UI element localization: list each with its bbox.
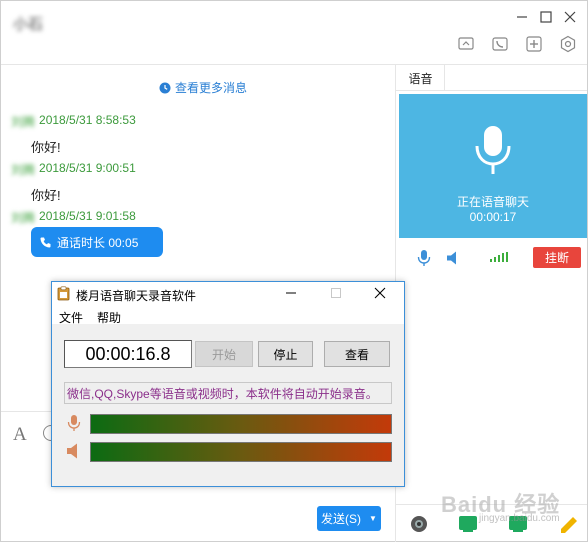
camera-icon[interactable] [408, 514, 430, 534]
call-duration-label: 通话时长 00:05 [57, 235, 139, 250]
header-divider [1, 64, 587, 65]
minimize-icon [286, 292, 296, 294]
add-member-button[interactable] [523, 34, 545, 54]
recorder-title: 楼月语音聊天录音软件 [76, 289, 197, 303]
message-text: 你好! [31, 140, 61, 155]
speaker-button[interactable] [446, 250, 462, 266]
send-button[interactable]: 发送(S) ▼ [317, 506, 381, 531]
microphone-icon [475, 126, 511, 174]
message-time: 2018/5/31 9:01:58 [39, 209, 136, 223]
recorder-body: 00:00:16.8 开始 停止 查看 微信,QQ,Skype等语音或视频时，本… [52, 324, 404, 486]
start-button[interactable]: 开始 [195, 341, 253, 367]
message-sender: 刘腾 [11, 211, 36, 225]
font-format-icon[interactable]: A [13, 424, 27, 446]
clock-icon [159, 82, 171, 93]
phone-icon [492, 37, 508, 51]
tab-divider [396, 90, 587, 91]
screen-share-button[interactable] [455, 34, 477, 54]
message-sender: 刘腾 [11, 163, 36, 177]
pencil-icon[interactable] [558, 514, 580, 534]
maximize-button[interactable] [328, 285, 344, 301]
speaker-icon [67, 443, 77, 459]
maximize-icon [331, 288, 341, 298]
recording-time-display: 00:00:16.8 [64, 340, 192, 368]
more-messages-label: 查看更多消息 [175, 81, 248, 95]
contact-name: 小石 [13, 16, 44, 33]
add-icon [526, 36, 542, 52]
recorder-title-bar[interactable]: 楼月语音聊天录音软件 [52, 282, 404, 306]
call-duration-bubble[interactable]: 通话时长 00:05 [31, 227, 163, 257]
close-button[interactable] [562, 9, 578, 25]
send-button-label: 发送(S) [321, 512, 362, 526]
close-icon [564, 11, 576, 23]
recorder-window: 楼月语音聊天录音软件 文件 帮助 00:00:16.8 开始 停止 查看 微信,… [51, 281, 405, 487]
message-meta: 刘腾 2018/5/31 8:58:53 [11, 113, 136, 130]
message-meta: 刘腾 2018/5/31 9:01:58 [11, 209, 136, 226]
minimize-button[interactable] [514, 9, 530, 25]
minimize-button[interactable] [283, 285, 299, 301]
info-text: 微信,QQ,Skype等语音或视频时，本软件将自动开始录音。 [64, 382, 392, 404]
message-sender: 刘腾 [11, 115, 36, 129]
settings-button[interactable] [557, 34, 579, 54]
clipboard-icon [57, 286, 70, 301]
voice-timer: 00:00:17 [469, 210, 517, 224]
close-icon [374, 287, 386, 299]
view-button[interactable]: 查看 [324, 341, 390, 367]
minimize-icon [517, 16, 527, 18]
voice-call-button[interactable] [489, 34, 511, 54]
microphone-icon [67, 415, 81, 431]
hangup-button[interactable]: 挂断 [533, 247, 581, 268]
message-text: 你好! [31, 188, 61, 203]
mute-microphone-button[interactable] [417, 249, 431, 267]
watermark-url: jingyan.baidu.com [479, 513, 560, 524]
voice-status-card: 正在语音聊天 00:00:17 [399, 94, 587, 238]
message-meta: 刘腾 2018/5/31 9:00:51 [11, 161, 136, 178]
stop-button[interactable]: 停止 [258, 341, 313, 367]
voice-status-text: 正在语音聊天 [456, 195, 529, 209]
tab-voice[interactable]: 语音 [397, 65, 445, 91]
more-messages-link[interactable]: 查看更多消息 [159, 79, 247, 96]
microphone-level-meter [90, 414, 392, 434]
speaker-level-meter [90, 442, 392, 462]
recorder-menu-bar: 文件 帮助 [52, 306, 404, 325]
phone-icon [40, 237, 51, 247]
screen-share-icon [458, 37, 474, 50]
message-time: 2018/5/31 9:00:51 [39, 161, 136, 175]
maximize-button[interactable] [538, 9, 554, 25]
maximize-icon [540, 11, 552, 23]
close-button[interactable] [372, 285, 388, 301]
signal-strength-icon [490, 252, 508, 262]
gear-icon [560, 35, 576, 53]
chevron-down-icon[interactable]: ▼ [369, 514, 377, 523]
message-time: 2018/5/31 8:58:53 [39, 113, 136, 127]
